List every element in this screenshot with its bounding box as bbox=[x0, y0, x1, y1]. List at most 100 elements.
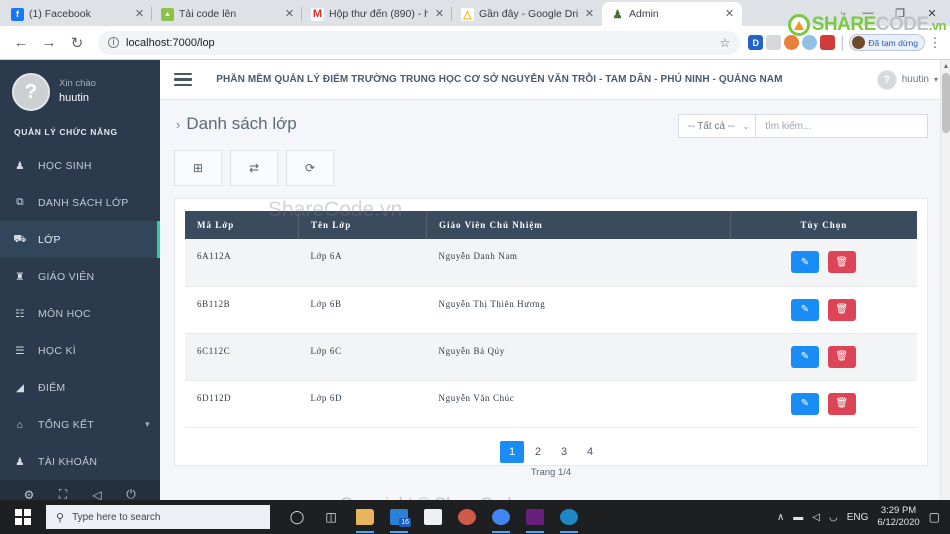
d-extension-icon[interactable]: D bbox=[748, 35, 764, 50]
browser-tab-gmail[interactable]: M Hộp thư đến (890) - huutin129 ✕ bbox=[301, 2, 452, 26]
back-icon[interactable]: ← bbox=[8, 30, 34, 56]
add-class-button[interactable]: ⊞ bbox=[174, 150, 222, 186]
url-text: localhost:7000/lop bbox=[126, 36, 215, 49]
notification-center-icon[interactable]: ▢ bbox=[929, 510, 940, 524]
home-icon: ⌂ bbox=[16, 418, 24, 431]
scroll-up-arrow-icon[interactable]: ▲ bbox=[941, 60, 950, 72]
sidebar-item-hoc-sinh[interactable]: ♟ HỌC SINH bbox=[0, 147, 160, 184]
extension-icons: D | Đã tạm dừng ⋮ bbox=[748, 30, 942, 56]
browser-menu-icon[interactable]: ⋮ bbox=[928, 30, 942, 56]
delete-button[interactable]: 🗑 bbox=[828, 392, 857, 415]
store-icon[interactable] bbox=[418, 500, 448, 534]
minimize-button[interactable]: — bbox=[852, 1, 884, 25]
sidebar-item-mon-hoc[interactable]: ☷ MÔN HỌC bbox=[0, 295, 160, 332]
page-button-1[interactable]: 1 bbox=[500, 440, 524, 463]
grey-extension-icon[interactable] bbox=[766, 35, 782, 50]
page-button-3[interactable]: 3 bbox=[552, 441, 576, 463]
tab-close-icon[interactable]: ✕ bbox=[433, 8, 446, 20]
tab-close-icon[interactable]: ✕ bbox=[583, 8, 596, 20]
page-button-2[interactable]: 2 bbox=[526, 441, 550, 463]
red-extension-icon[interactable] bbox=[820, 35, 836, 50]
tab-strip: f (1) Facebook ✕ ▲ Tải code lên ✕ M Hộp … bbox=[0, 0, 950, 26]
tab-close-icon[interactable]: ✕ bbox=[283, 8, 296, 20]
visual-studio-icon[interactable] bbox=[520, 500, 550, 534]
window-controls: ⤷ — ❐ ✕ bbox=[834, 0, 950, 26]
sidebar-item-hoc-ki[interactable]: ☰ HỌC KÌ bbox=[0, 332, 160, 369]
sidebar-item-label: LỚP bbox=[38, 233, 61, 246]
address-bar[interactable]: i localhost:7000/lop ☆ bbox=[98, 30, 741, 55]
adblock-paused-badge[interactable]: Đã tạm dừng bbox=[849, 34, 925, 51]
forward-icon[interactable]: → bbox=[36, 30, 62, 56]
volume-icon[interactable]: ◁ bbox=[812, 512, 820, 523]
sidebar-item-danh-sach-lop[interactable]: ⧉ DANH SÁCH LỚP bbox=[0, 184, 160, 221]
sidebar-item-label: TÀI KHOẢN bbox=[38, 455, 98, 468]
sidebar-item-diem[interactable]: ◢ ĐIỂM bbox=[0, 369, 160, 406]
sidebar-item-lop[interactable]: ⛟ LỚP bbox=[0, 221, 160, 258]
clock-time: 3:29 PM bbox=[880, 504, 917, 516]
pagination-note: Trang 1/4 bbox=[530, 466, 572, 478]
column-header-ma-lop: Mã Lớp bbox=[185, 211, 299, 239]
delete-button[interactable]: 🗑 bbox=[828, 298, 857, 321]
breadcrumb: › Danh sách lớp bbox=[174, 114, 297, 134]
site-info-icon[interactable]: i bbox=[108, 37, 119, 48]
maximize-button[interactable]: ❐ bbox=[884, 1, 916, 25]
google-drive-icon: △ bbox=[461, 7, 474, 21]
tab-close-icon[interactable]: ✕ bbox=[723, 8, 736, 20]
search-input[interactable]: tìm kiếm... bbox=[756, 115, 927, 137]
edit-button[interactable]: ✎ bbox=[791, 298, 820, 321]
bookmark-star-icon[interactable]: ☆ bbox=[719, 36, 730, 50]
table-row[interactable]: 6B112B Lớp 6B Nguyễn Thị Thiên Hương ✎ 🗑 bbox=[185, 286, 917, 334]
edit-button[interactable]: ✎ bbox=[791, 345, 820, 368]
search-filter-group: -- Tất cả -- ⌄ tìm kiếm... bbox=[678, 114, 928, 138]
sidebar-item-tai-khoan[interactable]: ♟ TÀI KHOẢN bbox=[0, 443, 160, 480]
start-button[interactable] bbox=[0, 500, 46, 534]
browser-tab-facebook[interactable]: f (1) Facebook ✕ bbox=[2, 2, 152, 26]
browser-tab-tai-code-len[interactable]: ▲ Tải code lên ✕ bbox=[151, 2, 302, 26]
blue-extension-icon[interactable] bbox=[802, 35, 818, 50]
chart-icon: ◢ bbox=[15, 381, 25, 394]
edit-button[interactable]: ✎ bbox=[791, 251, 820, 274]
table-row[interactable]: 6A112A Lớp 6A Nguyễn Danh Nam ✎ 🗑 bbox=[185, 239, 917, 287]
taskbar-search-box[interactable]: ⚲ Type here to search bbox=[46, 505, 270, 529]
scrollbar-thumb[interactable] bbox=[942, 73, 950, 133]
content-header-row: › Danh sách lớp -- Tất cả -- ⌄ tìm kiếm.… bbox=[174, 114, 928, 138]
cortana-icon[interactable]: ◯ bbox=[282, 500, 312, 534]
sidebar-item-giao-vien[interactable]: ♜ GIÁO VIÊN bbox=[0, 258, 160, 295]
clock-date: 6/12/2020 bbox=[877, 517, 920, 528]
paint-icon[interactable] bbox=[554, 500, 584, 534]
hamburger-menu-icon[interactable] bbox=[174, 72, 192, 87]
chevron-down-icon[interactable]: ▾ bbox=[934, 75, 938, 84]
browser-tab-google-drive[interactable]: △ Gần đây - Google Drive ✕ bbox=[451, 2, 602, 26]
task-view-icon[interactable]: ◫ bbox=[316, 500, 346, 534]
chevron-down-icon[interactable]: ▾ bbox=[145, 419, 150, 430]
mail-icon[interactable]: 16 bbox=[384, 500, 414, 534]
tab-close-icon[interactable]: ✕ bbox=[133, 8, 146, 20]
header-user-menu[interactable]: ? huutin ▾ bbox=[876, 69, 938, 90]
delete-button[interactable]: 🗑 bbox=[828, 345, 857, 368]
language-indicator[interactable]: ENG bbox=[847, 512, 869, 523]
filter-select[interactable]: -- Tất cả -- ⌄ bbox=[679, 115, 757, 137]
vertical-scrollbar[interactable]: ▲ bbox=[940, 60, 950, 509]
network-icon[interactable]: ◡ bbox=[829, 512, 838, 523]
orange-extension-icon[interactable] bbox=[784, 35, 800, 50]
battery-icon[interactable]: ▬ bbox=[793, 512, 803, 523]
edit-button[interactable]: ✎ bbox=[791, 392, 820, 415]
file-explorer-icon[interactable] bbox=[350, 500, 380, 534]
page-button-4[interactable]: 4 bbox=[578, 441, 602, 463]
table-row[interactable]: 6D112D Lớp 6D Nguyễn Văn Chúc ✎ 🗑 bbox=[185, 380, 917, 428]
refresh-button[interactable]: ⟳ bbox=[286, 150, 334, 186]
delete-button[interactable]: 🗑 bbox=[828, 251, 857, 274]
table-row[interactable]: 6C112C Lớp 6C Nguyễn Bá Qúy ✎ 🗑 bbox=[185, 333, 917, 381]
tray-chevron-icon[interactable]: ∧ bbox=[777, 512, 784, 523]
taskbar-clock[interactable]: 3:29 PM 6/12/2020 bbox=[877, 505, 919, 530]
reload-icon[interactable]: ↻ bbox=[64, 30, 90, 56]
sidebar-item-tong-ket[interactable]: ⌂ TỔNG KẾT ▾ bbox=[0, 406, 160, 443]
chrome-icon[interactable] bbox=[486, 500, 516, 534]
paint-3d-icon[interactable] bbox=[452, 500, 482, 534]
import-export-button[interactable]: ⇄ bbox=[230, 150, 278, 186]
sidebar-item-label: GIÁO VIÊN bbox=[38, 270, 95, 283]
layers-icon: ☰ bbox=[15, 344, 25, 357]
browser-tab-admin[interactable]: ♟ Admin ✕ bbox=[602, 2, 742, 26]
sidebar-item-label: MÔN HỌC bbox=[38, 307, 91, 320]
close-window-button[interactable]: ✕ bbox=[916, 1, 948, 25]
